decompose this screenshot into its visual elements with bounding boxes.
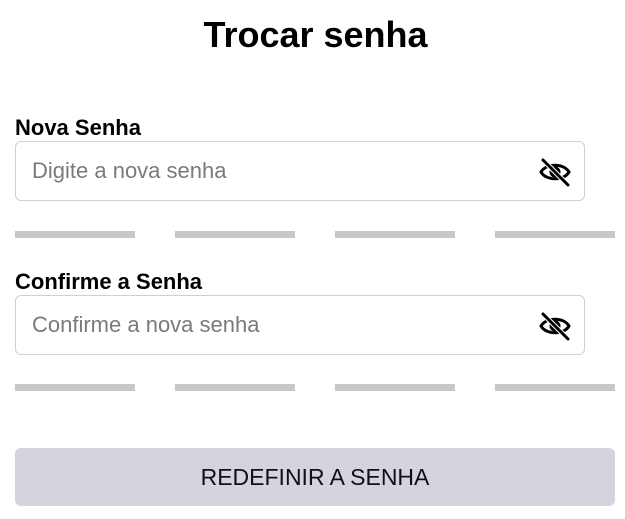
strength-segment <box>335 231 455 238</box>
strength-segment <box>15 384 135 391</box>
strength-segment <box>175 384 295 391</box>
reset-password-page: Trocar senha Nova Senha Confirme a Senha <box>0 0 625 519</box>
new-password-field-wrapper <box>15 141 585 201</box>
strength-segment <box>495 231 615 238</box>
reset-password-button[interactable]: REDEFINIR A SENHA <box>15 448 615 506</box>
strength-segment <box>15 231 135 238</box>
new-password-label: Nova Senha <box>15 115 141 140</box>
confirm-password-strength-meter <box>15 384 615 391</box>
page-title: Trocar senha <box>203 14 428 55</box>
strength-segment <box>335 384 455 391</box>
strength-segment <box>495 384 615 391</box>
new-password-input[interactable] <box>16 142 584 200</box>
strength-segment <box>175 231 295 238</box>
eye-slash-icon[interactable] <box>538 310 572 342</box>
eye-slash-icon[interactable] <box>538 156 572 188</box>
confirm-password-label: Confirme a Senha <box>15 269 203 294</box>
confirm-password-input[interactable] <box>16 296 584 354</box>
new-password-strength-meter <box>15 231 615 238</box>
confirm-password-field-wrapper <box>15 295 585 355</box>
